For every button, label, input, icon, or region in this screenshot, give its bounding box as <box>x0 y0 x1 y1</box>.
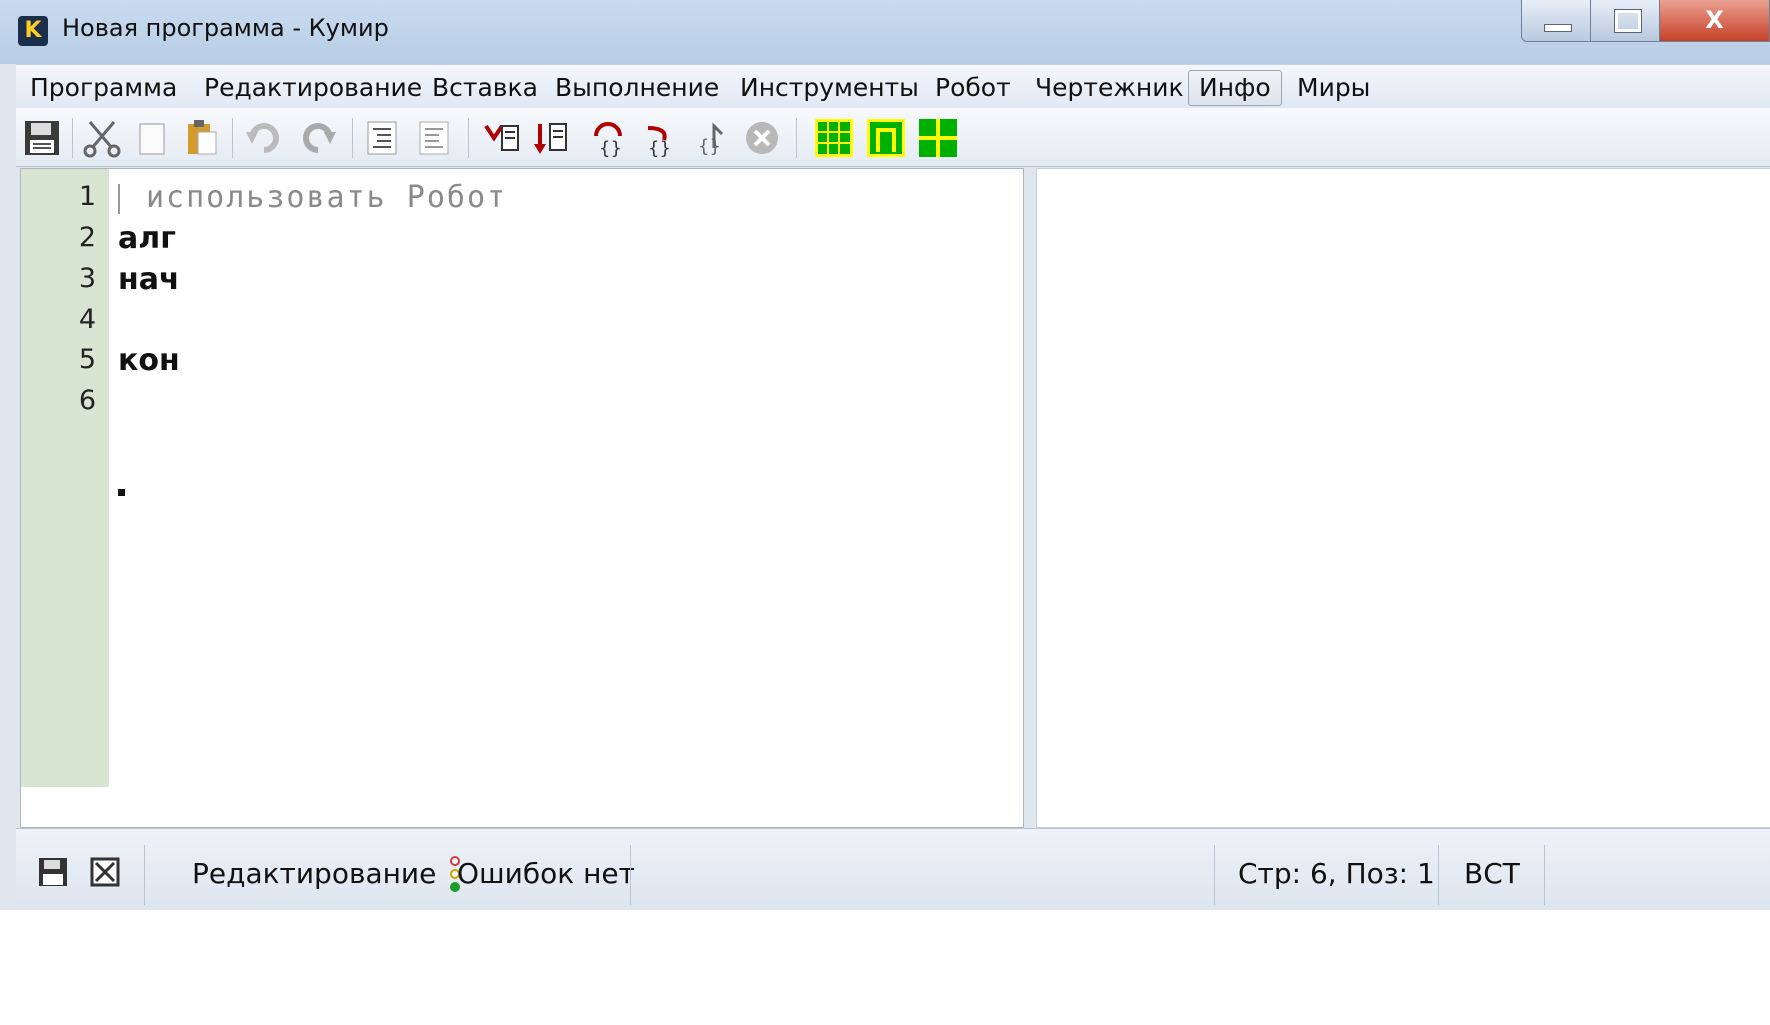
stop-icon[interactable] <box>742 118 782 158</box>
line-number: 3 <box>78 263 96 294</box>
robot-grid-icon[interactable] <box>814 118 854 158</box>
close-document-icon[interactable] <box>90 857 120 891</box>
line-number: 6 <box>78 385 96 416</box>
step-out-icon[interactable]: {} <box>692 118 732 158</box>
close-icon: X <box>1705 6 1724 34</box>
code-line-5[interactable]: кон <box>118 343 180 378</box>
kumir-window: K Новая программа - Кумир X Программа Ре… <box>0 0 1770 1025</box>
close-button[interactable]: X <box>1659 0 1770 42</box>
save-icon[interactable] <box>22 118 62 158</box>
copy-icon[interactable] <box>132 118 172 158</box>
menu-chertezhnik[interactable]: Чертежник <box>1035 71 1184 105</box>
minimize-icon <box>1544 24 1572 32</box>
mode-status: Редактирование <box>192 857 437 890</box>
cursor-position: Стр: 6, Поз: 1 <box>1238 857 1435 890</box>
paste-icon[interactable] <box>182 118 222 158</box>
insert-mode: ВСТ <box>1464 857 1520 890</box>
drawer-icon[interactable] <box>866 118 906 158</box>
svg-text:{}: {} <box>599 138 622 158</box>
line-number: 1 <box>78 181 96 212</box>
save-status-icon[interactable] <box>38 857 68 891</box>
worlds-icon[interactable] <box>918 118 958 158</box>
redo-icon[interactable] <box>298 118 338 158</box>
side-panel <box>1036 168 1770 828</box>
step-into-icon[interactable]: {} <box>588 118 628 158</box>
code-text: использовать Робот <box>146 180 508 215</box>
code-line-2[interactable]: алг <box>118 221 176 256</box>
toolbar: {} {} {} <box>16 108 1770 167</box>
line-number: 2 <box>78 222 96 253</box>
cut-icon[interactable] <box>82 118 122 158</box>
menu-vstavka[interactable]: Вставка <box>432 71 538 105</box>
menu-info[interactable]: Инфо <box>1188 70 1282 106</box>
errors-status: Ошибок нет <box>457 857 635 890</box>
title-bar: K Новая программа - Кумир X <box>0 0 1770 64</box>
code-line-3[interactable]: нач <box>118 262 180 297</box>
kumir-logo-icon: K <box>18 16 48 46</box>
minimize-button[interactable] <box>1521 0 1591 42</box>
step-over-icon[interactable]: {} <box>638 118 678 158</box>
menu-programma[interactable]: Программа <box>30 71 177 105</box>
line-number: 5 <box>78 344 96 375</box>
unindent-icon[interactable] <box>414 118 454 158</box>
indent-icon[interactable] <box>362 118 402 158</box>
status-bar: Редактирование Ошибок нет Стр: 6, Поз: 1… <box>16 828 1770 911</box>
code-line-1[interactable]: использовать Робот <box>118 180 507 215</box>
text-cursor <box>118 183 120 214</box>
window-title: Новая программа - Кумир <box>62 14 389 42</box>
line-number: 4 <box>78 304 96 335</box>
bottom-margin <box>0 910 1770 1025</box>
menu-bar: Программа Редактирование Вставка Выполне… <box>16 64 1770 109</box>
step-run-icon[interactable] <box>532 118 572 158</box>
undo-icon[interactable] <box>244 118 284 158</box>
maximize-icon <box>1614 9 1642 33</box>
menu-instrumenty[interactable]: Инструменты <box>740 71 919 105</box>
code-editor[interactable]: 1 2 3 4 5 6 использовать Робот алг нач к… <box>20 168 1024 828</box>
svg-text:{}: {} <box>698 136 721 157</box>
run-icon[interactable] <box>482 118 522 158</box>
line-number-gutter: 1 2 3 4 5 6 <box>21 169 109 787</box>
menu-vypolnenie[interactable]: Выполнение <box>555 71 719 105</box>
menu-miry[interactable]: Миры <box>1297 71 1370 105</box>
maximize-button[interactable] <box>1590 0 1660 42</box>
menu-redaktirovanie[interactable]: Редактирование <box>204 71 422 105</box>
svg-text:{}: {} <box>648 138 671 158</box>
line-4-marker <box>118 489 125 496</box>
menu-robot[interactable]: Робот <box>935 71 1011 105</box>
